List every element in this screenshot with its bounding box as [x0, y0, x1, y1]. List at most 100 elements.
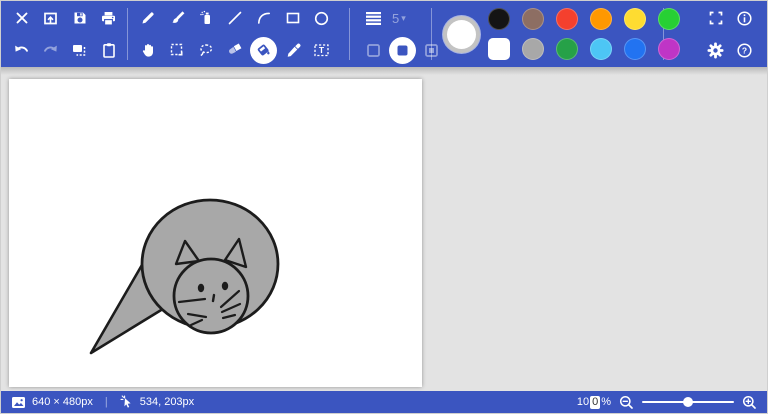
- fill-tool-selected-ring: [250, 36, 277, 64]
- cat-drawing: [89, 198, 280, 355]
- color-swatch-dark-green[interactable]: [556, 38, 578, 60]
- style-filled-selected-ring: [389, 36, 416, 64]
- zoom-slider[interactable]: [642, 396, 734, 408]
- zoom-percent-field[interactable]: 10 0 %: [577, 395, 611, 409]
- zoom-slider-handle[interactable]: [683, 397, 693, 407]
- select-tools-group: T: [133, 34, 336, 66]
- line-width-icon: [366, 11, 381, 25]
- info-icon: [737, 10, 752, 26]
- line-width-group: 5 ▾: [359, 2, 406, 34]
- color-swatch-blue[interactable]: [624, 38, 646, 60]
- toolbar-divider: [127, 8, 128, 60]
- open-icon: [44, 12, 57, 24]
- edit-group: [7, 34, 123, 66]
- color-swatch-red[interactable]: [556, 8, 578, 30]
- current-color-indicator[interactable]: [447, 19, 476, 49]
- cursor-position-label: 534, 203px: [139, 396, 195, 408]
- color-swatch-light-blue[interactable]: [590, 38, 612, 60]
- select-lasso-tool-button[interactable]: [191, 36, 220, 64]
- color-swatch-brown[interactable]: [522, 8, 544, 30]
- pencil-tool-button[interactable]: [133, 4, 162, 32]
- style-filled-icon: [397, 45, 408, 55]
- style-outline-icon: [367, 43, 380, 57]
- line-width-caret-icon[interactable]: ▾: [401, 13, 406, 24]
- status-divider: |: [104, 396, 108, 408]
- ellipse-tool-button[interactable]: [307, 4, 336, 32]
- workspace: [1, 67, 767, 393]
- toolbar-divider: [349, 8, 350, 60]
- line-width-value[interactable]: 5: [392, 11, 399, 26]
- fullscreen-icon: [709, 11, 722, 25]
- info-button[interactable]: [730, 4, 759, 32]
- paste-button[interactable]: [94, 36, 123, 64]
- eyedropper-tool-button[interactable]: [278, 36, 307, 64]
- color-swatch-white-selected[interactable]: [488, 38, 510, 60]
- save-button[interactable]: [65, 4, 94, 32]
- zoom-percent-edit-digit[interactable]: 0: [590, 395, 601, 409]
- color-swatch-orange[interactable]: [590, 8, 612, 30]
- line-width-button[interactable]: [359, 4, 388, 32]
- spray-tool-button[interactable]: [191, 4, 220, 32]
- curve-tool-button[interactable]: [249, 4, 278, 32]
- fill-tool-button[interactable]: [249, 36, 278, 64]
- open-button[interactable]: [36, 4, 65, 32]
- eraser-tool-button[interactable]: [220, 36, 249, 64]
- pan-tool-button[interactable]: [133, 36, 162, 64]
- color-swatch-gray[interactable]: [522, 38, 544, 60]
- status-bar: 640 × 480px | 534, 203px 10 0 %: [1, 391, 767, 413]
- hand-icon: [142, 44, 153, 57]
- file-group: [7, 2, 123, 34]
- window-group-bottom: ?: [701, 34, 759, 66]
- window-group-top: [701, 2, 759, 34]
- print-icon: [102, 11, 115, 26]
- status-left: 640 × 480px | 534, 203px: [1, 395, 194, 409]
- fill-icon: [257, 44, 270, 55]
- close-button[interactable]: [7, 4, 36, 32]
- drawing-canvas[interactable]: [9, 79, 422, 387]
- color-swatch-yellow[interactable]: [624, 8, 646, 30]
- select-rect-icon: [170, 43, 182, 56]
- zoom-out-icon[interactable]: [619, 395, 634, 410]
- style-outline-button[interactable]: [359, 36, 388, 64]
- line-icon: [228, 11, 241, 25]
- help-icon: ?: [737, 42, 752, 58]
- paint-app-window: 5 ▾ T ? 640 × 480px | 534, 203px 10 0 %: [0, 0, 768, 414]
- fullscreen-button[interactable]: [701, 4, 730, 32]
- image-size-icon: [12, 396, 25, 408]
- color-swatch-magenta[interactable]: [658, 38, 680, 60]
- canvas-size-label: 640 × 480px: [32, 396, 93, 408]
- settings-button[interactable]: [701, 36, 730, 64]
- svg-text:T: T: [319, 45, 325, 55]
- curve-icon: [257, 12, 270, 24]
- redo-icon: [44, 45, 57, 52]
- cursor-position-icon: [120, 395, 131, 408]
- eraser-icon: [228, 43, 241, 54]
- text-tool-button[interactable]: T: [307, 36, 336, 64]
- toolbar: 5 ▾ T ?: [1, 1, 767, 75]
- color-swatch-grid: [488, 8, 680, 60]
- redo-button[interactable]: [36, 36, 65, 64]
- brush-tool-button[interactable]: [162, 4, 191, 32]
- line-tool-button[interactable]: [220, 4, 249, 32]
- rectangle-tool-button[interactable]: [278, 4, 307, 32]
- color-swatch-green[interactable]: [658, 8, 680, 30]
- brush-icon: [172, 11, 184, 23]
- shape-style-group: [359, 34, 446, 66]
- color-palette: [439, 1, 680, 67]
- zoom-in-icon[interactable]: [742, 395, 757, 410]
- color-swatch-black[interactable]: [488, 8, 510, 30]
- style-filled-button[interactable]: [388, 36, 417, 64]
- svg-text:?: ?: [742, 45, 747, 55]
- gear-icon: [707, 42, 724, 58]
- help-button[interactable]: ?: [730, 36, 759, 64]
- draw-tools-group: [133, 2, 336, 34]
- ellipse-icon: [314, 11, 329, 25]
- undo-button[interactable]: [7, 36, 36, 64]
- resize-canvas-button[interactable]: [65, 36, 94, 64]
- save-icon: [74, 12, 85, 24]
- close-icon: [16, 12, 27, 24]
- print-button[interactable]: [94, 4, 123, 32]
- select-rect-tool-button[interactable]: [162, 36, 191, 64]
- eyedropper-icon: [287, 43, 300, 57]
- rectangle-icon: [286, 12, 299, 24]
